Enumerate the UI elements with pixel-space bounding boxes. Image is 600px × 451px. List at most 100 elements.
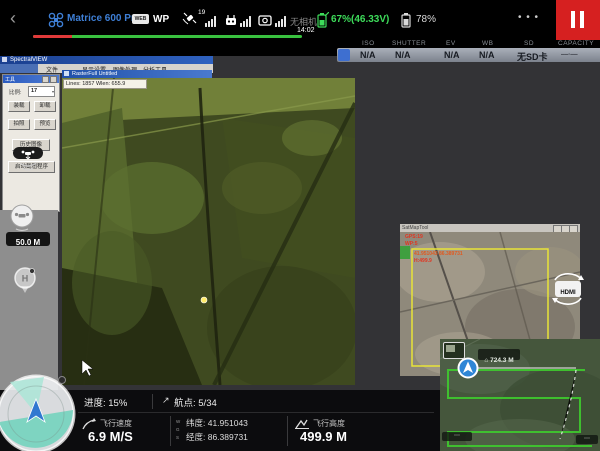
altitude-tag-value: 50.0 M xyxy=(16,238,40,247)
waypoint-progress: 航点: 5/34 xyxy=(174,395,217,409)
home-pin-icon: H xyxy=(12,266,38,296)
longitude-value: 经度: 86.389731 xyxy=(186,431,248,443)
minimap-tag-right: ⋯ xyxy=(576,435,598,444)
attitude-compass[interactable] xyxy=(0,370,82,451)
mission-time: 14:02 xyxy=(297,27,315,34)
aircraft-title[interactable]: Matrice 600 Pro xyxy=(67,13,141,24)
taskbar-chip[interactable] xyxy=(0,64,38,73)
dialog-close-button[interactable] xyxy=(50,76,57,83)
gimbal-dot xyxy=(59,377,66,384)
settings-blue-chip[interactable] xyxy=(338,49,350,61)
camera-icon[interactable] xyxy=(258,14,272,26)
wb-label: WB xyxy=(482,40,493,47)
divider xyxy=(152,394,153,409)
datum-wgs: WGS xyxy=(176,418,180,442)
return-home-button[interactable] xyxy=(8,204,36,232)
minimap-tag-left: ⋯ xyxy=(442,432,472,441)
divider xyxy=(170,416,171,446)
app-icon xyxy=(2,57,7,62)
dialog-button-3[interactable]: 拍照 xyxy=(8,119,30,130)
more-menu-button[interactable]: • • • xyxy=(518,12,539,23)
tool-dialog-titlebar[interactable]: 工具 xyxy=(3,75,59,83)
wb-value[interactable]: N/A xyxy=(479,50,495,60)
pause-mission-button[interactable] xyxy=(556,0,600,40)
return-home-drone-icon xyxy=(8,204,36,232)
map-annotation-4: H:499.9 xyxy=(414,258,432,265)
map-layers-thumb xyxy=(446,345,455,352)
iso-label: ISO xyxy=(362,40,375,47)
ev-label: EV xyxy=(446,40,456,47)
raster-window-icon xyxy=(64,71,69,76)
takeoff-button[interactable] xyxy=(13,147,43,159)
app-root: SpectralVIEW 文件 显示设置 图像处理 分析工具 工具 比例: 17… xyxy=(0,0,600,451)
battery-rc-icon xyxy=(400,12,412,28)
desktop-app-titlebar: SpectralVIEW xyxy=(0,56,213,64)
gps-count: 19 xyxy=(198,9,205,16)
top-status-bar: ‹ Matrice 600 Pro WEB WP 19 无相机 xyxy=(0,0,600,40)
map-window-title: SatMapTool xyxy=(402,225,428,231)
menu-item-file[interactable]: 文件 xyxy=(46,65,58,74)
waypoint-icon: ↗ xyxy=(162,395,170,406)
dialog-button-1[interactable]: 装载 xyxy=(8,101,30,112)
map-annotation-3: 41.951043 86.389731 xyxy=(414,251,463,258)
raster-window-title: RasterFull Untitled xyxy=(72,71,117,77)
hdmi-label: HDMI xyxy=(560,290,575,296)
sd-label: SD xyxy=(524,40,534,47)
rc-signal-bars xyxy=(240,16,251,27)
remote-controller-icon[interactable] xyxy=(224,13,238,27)
hdmi-widget[interactable]: HDMI xyxy=(550,268,586,310)
shutter-label: SHUTTER xyxy=(392,40,426,47)
svg-text:H: H xyxy=(22,274,29,284)
map-annotation-2: WP:5 xyxy=(405,241,418,248)
scale-label: 比例: xyxy=(9,88,22,96)
aerial-image[interactable] xyxy=(62,78,355,385)
dialog-button-4[interactable]: 预览 xyxy=(34,119,56,130)
divider xyxy=(78,412,434,413)
desktop-app-title: SpectralVIEW xyxy=(10,57,47,63)
speed-value: 6.9 M/S xyxy=(88,429,133,444)
scale-spinner[interactable]: 17▾ xyxy=(28,86,55,97)
dialog-button-2[interactable]: 卸载 xyxy=(34,101,56,112)
battery-main-value[interactable]: 67%(46.33V) xyxy=(331,14,389,25)
mission-progress-strip xyxy=(33,35,302,38)
flight-mode[interactable]: WP xyxy=(153,14,169,25)
altitude-label: 飞行高度 xyxy=(313,418,345,429)
capacity-value: ‒‒·‒‒ xyxy=(561,51,578,58)
raster-status-text: Lines: 1857 Wlen: 655.9 xyxy=(64,80,146,88)
home-icon: ⌂ xyxy=(484,357,488,364)
link-badge: WEB xyxy=(132,14,149,24)
raster-status-chip: Lines: 1857 Wlen: 655.9 xyxy=(63,79,147,89)
mission-progress: 进度: 15% xyxy=(84,395,127,409)
back-button[interactable]: ‹ xyxy=(10,8,16,29)
landing-waves-icon xyxy=(16,160,40,175)
ev-value[interactable]: N/A xyxy=(444,50,460,60)
camera-settings-values: N/A N/A N/A N/A 无SD卡 ‒‒·‒‒ xyxy=(337,48,600,62)
altitude-tag: 50.0 M xyxy=(6,232,50,246)
gps-satellite-icon[interactable] xyxy=(182,11,198,27)
divider xyxy=(287,416,288,446)
map-layers-button[interactable] xyxy=(443,342,465,359)
pause-icon xyxy=(571,11,575,28)
tool-dialog: 工具 比例: 17▾ 装载 卸载 拍照 预览 历史图像 启动截图程序 xyxy=(2,74,60,212)
raster-window: RasterFull Untitled Lines: 1857 Wlen: 65… xyxy=(62,70,355,385)
battery-main-icon xyxy=(315,12,329,28)
camera-settings-labels: ISO SHUTTER EV WB SD CAPACITY xyxy=(337,40,600,48)
aircraft-logo-icon xyxy=(48,12,64,28)
home-point-pin[interactable]: H xyxy=(12,266,38,296)
dialog-minimize-button[interactable] xyxy=(42,76,49,83)
map-annotation-1: GPS:19 xyxy=(405,234,423,241)
takeoff-drone-icon xyxy=(13,148,43,160)
minimap[interactable]: ⌂ 724.3 M ⋯ ⋯ xyxy=(440,339,600,451)
mission-progress-strip-done xyxy=(33,35,72,38)
battery-rc-value: 78% xyxy=(416,14,436,25)
capacity-label: CAPACITY xyxy=(558,40,594,47)
altitude-value: 499.9 M xyxy=(300,429,347,444)
shutter-value[interactable]: N/A xyxy=(395,50,411,60)
speed-label: 飞行速度 xyxy=(100,418,132,429)
iso-value[interactable]: N/A xyxy=(360,50,376,60)
gps-signal-bars xyxy=(205,16,216,27)
altitude-icon xyxy=(295,418,309,429)
hdmi-chip: HDMI xyxy=(555,281,581,297)
tool-dialog-title: 工具 xyxy=(5,76,15,83)
raster-window-titlebar[interactable]: RasterFull Untitled xyxy=(62,70,212,78)
